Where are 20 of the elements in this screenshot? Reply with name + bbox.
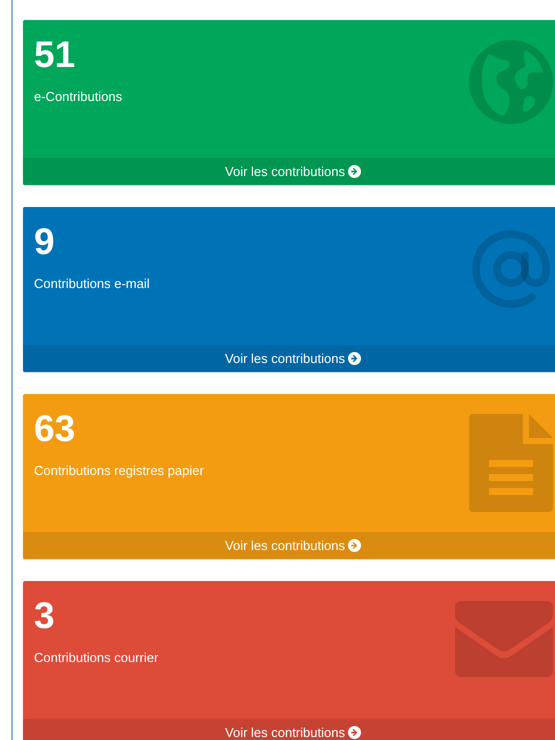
circle-arrow-right-icon [348, 165, 361, 178]
stat-count: 3 [34, 594, 56, 638]
circle-arrow-right-icon [348, 352, 361, 365]
view-contributions-link[interactable]: Voir les contributions [23, 345, 555, 372]
envelope-icon [455, 601, 553, 677]
stat-count: 9 [34, 220, 56, 264]
stat-label: e-Contributions [34, 88, 122, 106]
view-contributions-link[interactable]: Voir les contributions [23, 532, 555, 559]
document-icon [469, 414, 553, 512]
circle-arrow-right-icon [348, 726, 361, 739]
stat-label: Contributions courrier [34, 649, 158, 667]
stat-label: Contributions registres papier [34, 462, 204, 480]
globe-icon [469, 40, 553, 124]
circle-arrow-right-icon [348, 539, 361, 552]
view-contributions-link[interactable]: Voir les contributions [23, 719, 555, 740]
stat-count: 51 [34, 33, 76, 77]
view-contributions-link[interactable]: Voir les contributions [23, 158, 555, 185]
stat-label: Contributions e-mail [34, 275, 150, 293]
at-sign-icon [469, 227, 553, 311]
stat-count: 63 [34, 407, 76, 451]
